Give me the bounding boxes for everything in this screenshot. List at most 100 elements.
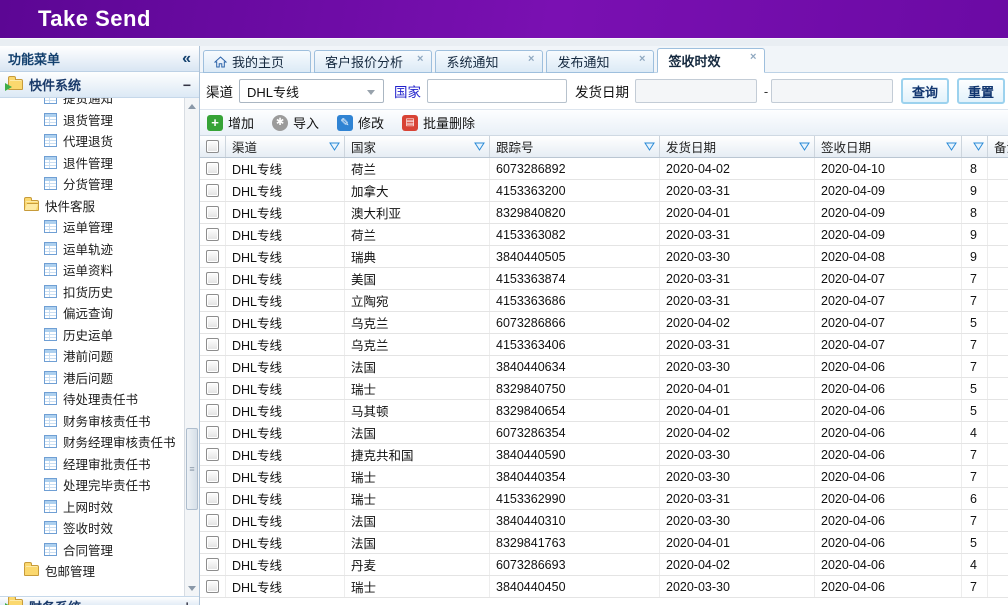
row-checkbox[interactable] <box>206 316 219 329</box>
tree-item[interactable]: 分货管理 <box>0 173 184 195</box>
tab-发布通知[interactable]: 发布通知 <box>546 50 654 73</box>
table-row[interactable]: DHL专线瑞士41533629902020-03-312020-04-066 <box>200 488 1008 510</box>
tree-item[interactable]: 上网时效 <box>0 496 184 518</box>
table-row[interactable]: DHL专线瑞典38404405052020-03-302020-04-089 <box>200 246 1008 268</box>
row-checkbox[interactable] <box>206 514 219 527</box>
tree-item[interactable]: 财务审核责任书 <box>0 410 184 432</box>
channel-select[interactable]: DHL专线 <box>239 79 384 103</box>
ship-date-from-input[interactable] <box>635 79 757 103</box>
row-checkbox[interactable] <box>206 338 219 351</box>
tree-item[interactable]: 历史运单 <box>0 324 184 346</box>
table-row[interactable]: DHL专线荷兰60732868922020-04-022020-04-108 <box>200 158 1008 180</box>
filter-icon[interactable] <box>799 142 810 151</box>
table-row[interactable]: DHL专线法国38404403102020-03-302020-04-067 <box>200 510 1008 532</box>
panel-collapse-icon[interactable]: − <box>183 77 191 93</box>
table-row[interactable]: DHL专线法国38404406342020-03-302020-04-067 <box>200 356 1008 378</box>
table-row[interactable]: DHL专线法国83298417632020-04-012020-04-065 <box>200 532 1008 554</box>
scroll-up-icon[interactable] <box>185 98 199 114</box>
table-row[interactable]: DHL专线马其顿83298406542020-04-012020-04-065 <box>200 400 1008 422</box>
tree-item[interactable]: 处理完毕责任书 <box>0 474 184 496</box>
table-row[interactable]: DHL专线捷克共和国38404405902020-03-302020-04-06… <box>200 444 1008 466</box>
table-row[interactable]: DHL专线加拿大41533632002020-03-312020-04-099 <box>200 180 1008 202</box>
column-header[interactable]: 签收日期 <box>815 136 962 157</box>
tree-item[interactable]: 港后问题 <box>0 367 184 389</box>
table-row[interactable]: DHL专线立陶宛41533636862020-03-312020-04-077 <box>200 290 1008 312</box>
sidebar-scrollbar[interactable] <box>184 98 199 596</box>
close-icon[interactable] <box>417 54 423 65</box>
tree-item[interactable]: 经理审批责任书 <box>0 453 184 475</box>
row-checkbox[interactable] <box>206 426 219 439</box>
row-checkbox[interactable] <box>206 382 219 395</box>
close-icon[interactable] <box>639 54 645 65</box>
toolbar-button[interactable]: 修改 <box>337 113 384 132</box>
filter-icon[interactable] <box>474 142 485 151</box>
row-checkbox[interactable] <box>206 206 219 219</box>
table-row[interactable]: DHL专线澳大利亚83298408202020-04-012020-04-098 <box>200 202 1008 224</box>
column-header[interactable]: 国家 <box>345 136 490 157</box>
tree-item[interactable]: 签收时效 <box>0 517 184 539</box>
row-checkbox[interactable] <box>206 294 219 307</box>
scroll-down-icon[interactable] <box>185 580 199 596</box>
row-checkbox[interactable] <box>206 492 219 505</box>
table-row[interactable]: DHL专线美国41533638742020-03-312020-04-077 <box>200 268 1008 290</box>
panel-expand-icon[interactable]: + <box>183 599 191 605</box>
tree-item[interactable]: 待处理责任书 <box>0 388 184 410</box>
tree-item[interactable]: 退件管理 <box>0 152 184 174</box>
table-row[interactable]: DHL专线荷兰41533630822020-03-312020-04-099 <box>200 224 1008 246</box>
collapse-sidebar-icon[interactable]: « <box>182 51 191 67</box>
filter-icon[interactable] <box>946 142 957 151</box>
row-checkbox[interactable] <box>206 580 219 593</box>
reset-button[interactable]: 重置 <box>957 78 1005 104</box>
tab-客户报价分析[interactable]: 客户报价分析 <box>314 50 432 73</box>
search-button[interactable]: 查询 <box>901 78 949 104</box>
tree-item[interactable]: 财务经理审核责任书 <box>0 431 184 453</box>
accordion-panel-express-system[interactable]: 快件系统 − <box>0 72 199 98</box>
filter-icon[interactable] <box>973 142 984 151</box>
tree-item[interactable]: 扣货历史 <box>0 281 184 303</box>
tree-item[interactable]: 运单资料 <box>0 259 184 281</box>
row-checkbox[interactable] <box>206 404 219 417</box>
column-header[interactable]: 备注 <box>988 136 1008 157</box>
table-row[interactable]: DHL专线丹麦60732866932020-04-022020-04-064 <box>200 554 1008 576</box>
tree-item[interactable]: 包邮管理 <box>0 560 184 582</box>
tree-item[interactable]: 提货通知 <box>0 98 184 109</box>
column-header[interactable] <box>962 136 988 157</box>
tree-item[interactable]: 运单管理 <box>0 216 184 238</box>
toolbar-button[interactable]: 批量删除 <box>402 113 475 132</box>
tab-我的主页[interactable]: 我的主页 <box>203 50 311 73</box>
filter-icon[interactable] <box>329 142 340 151</box>
close-icon[interactable] <box>750 52 756 63</box>
tree-item[interactable]: 退货管理 <box>0 109 184 131</box>
table-row[interactable]: DHL专线乌克兰41533634062020-03-312020-04-077 <box>200 334 1008 356</box>
row-checkbox[interactable] <box>206 272 219 285</box>
tree-item[interactable]: 运单轨迹 <box>0 238 184 260</box>
toolbar-button[interactable]: 增加 <box>207 113 254 132</box>
ship-date-to-input[interactable] <box>771 79 893 103</box>
tree-item[interactable]: 港前问题 <box>0 345 184 367</box>
row-checkbox[interactable] <box>206 250 219 263</box>
close-icon[interactable] <box>528 54 534 65</box>
tree-item[interactable]: 偏远查询 <box>0 302 184 324</box>
scrollbar-thumb[interactable] <box>186 428 198 510</box>
column-header[interactable]: 渠道 <box>226 136 345 157</box>
select-all-checkbox[interactable] <box>206 140 219 153</box>
row-checkbox[interactable] <box>206 360 219 373</box>
table-row[interactable]: DHL专线瑞士38404403542020-03-302020-04-067 <box>200 466 1008 488</box>
row-checkbox[interactable] <box>206 470 219 483</box>
accordion-panel-finance-system[interactable]: 财务系统 + <box>0 596 199 605</box>
row-checkbox[interactable] <box>206 448 219 461</box>
tree-item[interactable]: 合同管理 <box>0 539 184 561</box>
table-row[interactable]: DHL专线瑞士83298407502020-04-012020-04-065 <box>200 378 1008 400</box>
table-row[interactable]: DHL专线瑞士38404404502020-03-302020-04-067 <box>200 576 1008 598</box>
tab-签收时效[interactable]: 签收时效 <box>657 48 765 73</box>
row-checkbox[interactable] <box>206 162 219 175</box>
row-checkbox[interactable] <box>206 536 219 549</box>
column-header[interactable]: 发货日期 <box>660 136 815 157</box>
table-row[interactable]: DHL专线法国60732863542020-04-022020-04-064 <box>200 422 1008 444</box>
tree-item[interactable]: 代理退货 <box>0 130 184 152</box>
tab-系统通知[interactable]: 系统通知 <box>435 50 543 73</box>
filter-icon[interactable] <box>644 142 655 151</box>
column-header[interactable]: 跟踪号 <box>490 136 660 157</box>
country-input[interactable] <box>427 79 567 103</box>
row-checkbox[interactable] <box>206 228 219 241</box>
